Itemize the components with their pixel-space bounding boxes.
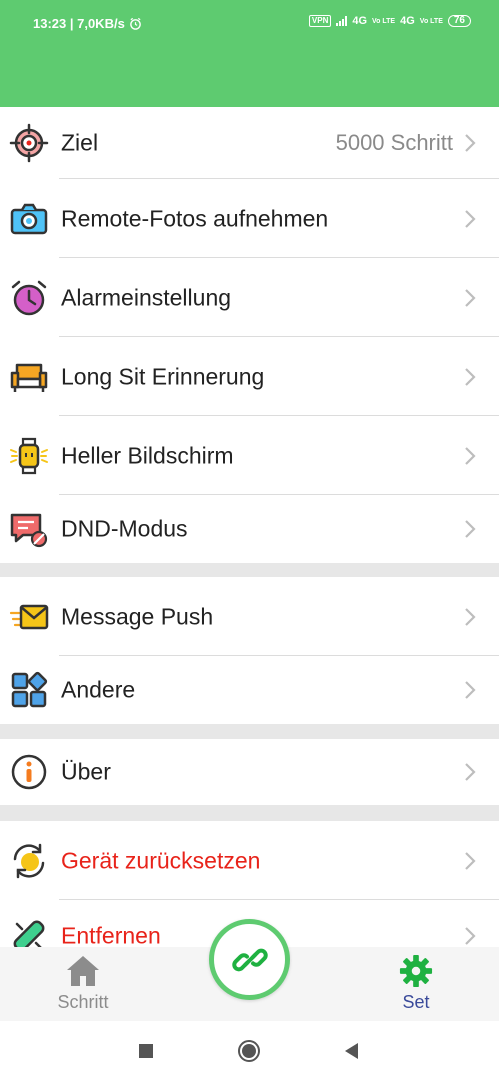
- link-icon: [231, 948, 268, 971]
- chevron-right-icon: [465, 209, 476, 228]
- tab-steps-label: Schritt: [57, 992, 109, 1012]
- tab-set[interactable]: Set: [356, 947, 476, 1021]
- recents-icon[interactable]: [134, 1039, 158, 1063]
- do-not-disturb-icon: [10, 513, 48, 548]
- chevron-right-icon: [465, 927, 476, 945]
- system-navigation-bar: [0, 1021, 499, 1080]
- volte-badge-2: Vo LTE: [419, 17, 443, 25]
- remove-label: Entfernen: [61, 922, 161, 948]
- target-icon: [9, 123, 49, 163]
- chevron-right-icon: [465, 446, 476, 465]
- info-icon: [11, 754, 47, 790]
- settings-group-info: Über: [0, 739, 499, 805]
- battery-icon: 76: [447, 15, 471, 27]
- setting-goal[interactable]: Ziel 5000 Schritt: [0, 107, 499, 179]
- message-push-label: Message Push: [61, 603, 214, 629]
- setting-dnd[interactable]: DND-Modus: [0, 495, 499, 563]
- camera-icon: [10, 203, 48, 234]
- apps-grid-icon: [11, 671, 48, 708]
- reset-icon: [13, 843, 45, 878]
- chevron-right-icon: [465, 520, 476, 538]
- bright-screen-label: Heller Bildschirm: [61, 442, 234, 468]
- setting-about[interactable]: Über: [0, 739, 499, 805]
- settings-group-device: Ziel 5000 Schritt Remote-Fotos aufnehmen…: [0, 107, 499, 563]
- back-icon[interactable]: [340, 1039, 364, 1063]
- setting-alarm[interactable]: Alarmeinstellung: [0, 258, 499, 337]
- alarm-clock-icon: [11, 280, 47, 315]
- setting-reset[interactable]: Gerät zurücksetzen: [0, 821, 499, 900]
- status-bar: 13:23 | 7,0KB/s VPN 4G Vo LTE 4G Vo LTE …: [0, 0, 499, 44]
- chevron-right-icon: [465, 851, 476, 870]
- tab-steps[interactable]: Schritt: [23, 947, 143, 1021]
- network-type-2: 4G: [400, 15, 415, 27]
- unlink-icon: [13, 920, 45, 947]
- volte-badge-1: Vo LTE: [372, 17, 396, 25]
- network-type-1: 4G: [352, 15, 368, 27]
- chevron-right-icon: [465, 681, 476, 699]
- app-header: [0, 44, 499, 107]
- chevron-right-icon: [465, 134, 476, 152]
- setting-long-sit[interactable]: Long Sit Erinnerung: [0, 337, 499, 416]
- reset-label: Gerät zurücksetzen: [61, 847, 261, 873]
- chevron-right-icon: [465, 367, 476, 386]
- setting-other[interactable]: Andere: [0, 656, 499, 724]
- goal-label: Ziel: [61, 129, 99, 156]
- settings-group-messages: Message Push Andere: [0, 577, 499, 724]
- chevron-right-icon: [465, 288, 476, 307]
- home-icon: [67, 956, 99, 986]
- tab-set-label: Set: [402, 992, 430, 1012]
- gear-icon: [399, 954, 433, 988]
- chevron-right-icon: [465, 607, 476, 626]
- other-label: Andere: [61, 676, 136, 703]
- dnd-label: DND-Modus: [61, 515, 188, 542]
- envelope-icon: [9, 604, 49, 629]
- setting-message-push[interactable]: Message Push: [0, 577, 499, 656]
- armchair-icon: [10, 363, 48, 392]
- alarm-label: Alarmeinstellung: [61, 284, 232, 310]
- home-circle-icon[interactable]: [237, 1039, 261, 1063]
- smartwatch-icon: [10, 437, 48, 474]
- alarm-status-icon: [129, 17, 141, 30]
- status-right: VPN 4G Vo LTE 4G Vo LTE 76: [308, 15, 471, 27]
- goal-value: 5000 Schritt: [335, 130, 453, 155]
- remote-photo-label: Remote-Fotos aufnehmen: [61, 205, 329, 231]
- long-sit-label: Long Sit Erinnerung: [61, 363, 265, 389]
- about-label: Über: [61, 758, 111, 785]
- chevron-right-icon: [465, 763, 476, 781]
- vpn-badge: VPN: [308, 15, 332, 27]
- setting-remote-photo[interactable]: Remote-Fotos aufnehmen: [0, 179, 499, 258]
- status-time: 13:23 | 7,0KB/s: [33, 16, 125, 31]
- connect-device-button[interactable]: [209, 919, 290, 1000]
- setting-bright-screen[interactable]: Heller Bildschirm: [0, 416, 499, 495]
- status-left: 13:23 | 7,0KB/s: [33, 16, 142, 31]
- signal-icon: [336, 16, 348, 26]
